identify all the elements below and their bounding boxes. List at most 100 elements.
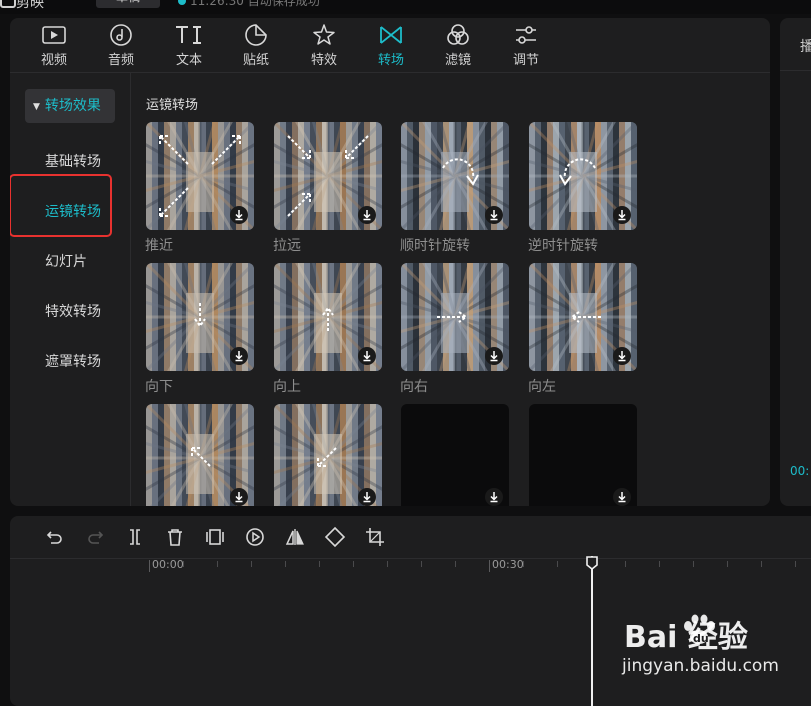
transition-label: 拉远 — [273, 238, 301, 254]
tab-transition[interactable]: 转场 — [363, 22, 419, 70]
timeline-ruler[interactable]: 00:00 00:30 — [10, 558, 811, 578]
transition-thumbnail[interactable] — [274, 404, 382, 506]
download-icon — [490, 351, 498, 362]
playhead-handle-icon[interactable] — [585, 556, 599, 570]
transition-label: 逆时针旋转 — [528, 238, 598, 254]
transition-thumbnail[interactable] — [146, 122, 254, 230]
transition-label: 向右 — [400, 379, 428, 395]
undo-icon[interactable] — [44, 526, 66, 548]
redo-icon[interactable] — [84, 526, 106, 548]
sidebar-item-slideshow[interactable]: 幻灯片 — [45, 251, 87, 271]
ruler-tick — [523, 561, 524, 567]
ruler-tick — [659, 561, 660, 567]
transition-thumbnail[interactable] — [529, 263, 637, 371]
tab-label: 文本 — [175, 53, 202, 68]
transition-thumbnail[interactable] — [146, 404, 254, 506]
download-button[interactable] — [485, 347, 503, 365]
download-button[interactable] — [613, 206, 631, 224]
tab-audio[interactable]: 音频 — [93, 22, 149, 70]
sidebar-item-basic[interactable]: 基础转场 — [45, 151, 101, 171]
sidebar-item-mask[interactable]: 遮罩转场 — [45, 351, 101, 371]
save-status-text: 11:26:30 自动保存成功 — [190, 0, 320, 8]
effects-icon — [313, 24, 335, 45]
tab-adjust[interactable]: 调节 — [498, 22, 554, 70]
download-button[interactable] — [230, 347, 248, 365]
download-button[interactable] — [358, 206, 376, 224]
mirror-icon[interactable] — [284, 526, 306, 548]
download-icon — [235, 351, 243, 362]
ruler-tick — [183, 561, 184, 567]
transition-thumbnail[interactable] — [274, 122, 382, 230]
playhead-line[interactable] — [591, 556, 593, 706]
transition-thumbnail[interactable] — [274, 263, 382, 371]
sidebar-header-transition-effects[interactable]: ▼ 转场效果 — [25, 89, 115, 123]
draft-button[interactable]: 草稿 — [96, 0, 160, 8]
ruler-major-tick — [489, 560, 490, 572]
tab-video[interactable]: 视频 — [26, 22, 82, 70]
tab-effects[interactable]: 特效 — [296, 22, 352, 70]
preview-header: 播 — [800, 39, 811, 55]
sticker-icon — [245, 24, 267, 46]
preview-panel: 播 00: — [780, 18, 811, 506]
download-icon — [363, 492, 371, 503]
title-bar: 剪映 草稿 11:26:30 自动保存成功 — [0, 0, 811, 14]
sidebar-item-special-effects[interactable]: 特效转场 — [45, 301, 101, 321]
transition-icon — [380, 26, 402, 44]
sidebar-header-label: 转场效果 — [44, 98, 101, 114]
save-status: 11:26:30 自动保存成功 — [178, 0, 320, 9]
transition-thumbnail[interactable] — [401, 263, 509, 371]
tab-filter[interactable]: 滤镜 — [430, 22, 486, 70]
download-button[interactable] — [485, 206, 503, 224]
app-name: 剪映 — [16, 0, 44, 11]
crop-icon[interactable] — [364, 526, 386, 548]
download-button[interactable] — [358, 347, 376, 365]
transition-thumbnail[interactable] — [401, 122, 509, 230]
transition-thumbnail[interactable] — [529, 404, 637, 506]
ruler-tick — [285, 561, 286, 567]
split-icon[interactable] — [124, 526, 146, 548]
ruler-major-tick — [149, 560, 150, 572]
download-button[interactable] — [613, 488, 631, 506]
download-button[interactable] — [230, 488, 248, 506]
tab-label: 调节 — [512, 53, 539, 68]
tab-label: 转场 — [377, 53, 404, 68]
play-reverse-icon[interactable] — [244, 526, 266, 548]
transition-thumbnail[interactable] — [146, 263, 254, 371]
ruler-tick — [625, 561, 626, 567]
ruler-tick — [727, 561, 728, 567]
transition-label: 向下 — [145, 379, 173, 395]
ruler-label: 00:00 — [152, 558, 184, 571]
ruler-tick — [217, 561, 218, 567]
transition-thumbnail[interactable] — [529, 122, 637, 230]
rotate-icon[interactable] — [324, 526, 346, 548]
app-logo-icon — [0, 0, 16, 8]
download-button[interactable] — [613, 347, 631, 365]
delete-icon[interactable] — [164, 526, 186, 548]
download-icon — [363, 210, 371, 221]
download-button[interactable] — [485, 488, 503, 506]
download-icon — [235, 210, 243, 221]
transition-label: 推近 — [145, 238, 173, 254]
section-title: 运镜转场 — [146, 98, 199, 113]
tab-label: 滤镜 — [444, 53, 471, 68]
caret-down-icon: ▼ — [33, 102, 40, 112]
download-button[interactable] — [358, 488, 376, 506]
freeze-frame-icon[interactable] — [204, 526, 226, 548]
tab-text[interactable]: 文本 — [161, 22, 217, 70]
tab-sticker[interactable]: 贴纸 — [228, 22, 284, 70]
transition-label: 顺时针旋转 — [400, 238, 470, 254]
ruler-tick — [761, 561, 762, 567]
timeline-panel: 00:00 00:30 — [10, 516, 811, 706]
tab-label: 视频 — [40, 53, 67, 68]
ruler-tick — [387, 561, 388, 567]
download-icon — [490, 210, 498, 221]
transition-thumbnail[interactable] — [401, 404, 509, 506]
tab-label: 特效 — [310, 53, 337, 68]
download-button[interactable] — [230, 206, 248, 224]
divider — [780, 70, 811, 71]
download-icon — [490, 492, 498, 503]
timeline-toolbar — [10, 516, 811, 559]
sidebar-item-camera-movement[interactable]: 运镜转场 — [45, 201, 101, 221]
download-icon — [363, 351, 371, 362]
ruler-tick — [693, 561, 694, 567]
